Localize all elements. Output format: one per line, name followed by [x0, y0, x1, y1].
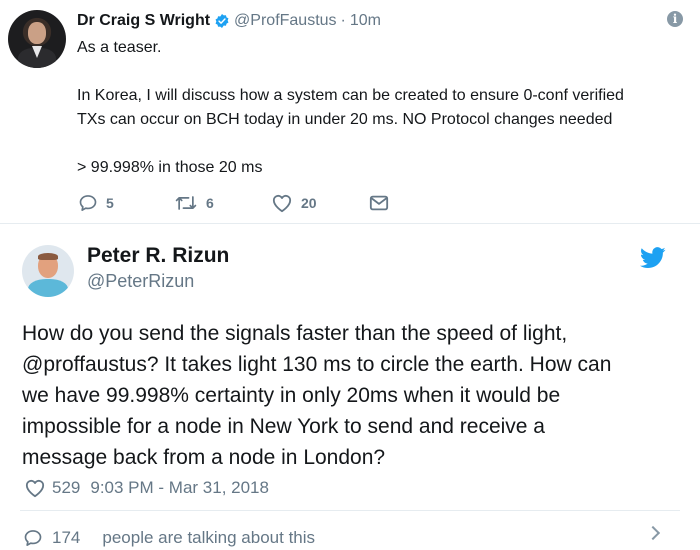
- reply-button[interactable]: 5: [78, 193, 114, 213]
- divider: [20, 510, 680, 511]
- author-name[interactable]: Dr Craig S Wright: [77, 12, 210, 30]
- retweet-icon: [175, 196, 197, 210]
- conversation-row-content: 174 people are talking about this: [22, 528, 315, 548]
- tweet-line: @proffaustus? It takes light 130 ms to c…: [22, 353, 612, 376]
- tweet-meta: 529 9:03 PM - Mar 31, 2018: [24, 476, 269, 500]
- like-count: 529: [52, 478, 81, 497]
- direct-message-button[interactable]: [369, 193, 389, 213]
- author-handle[interactable]: @ProfFaustus: [234, 12, 337, 30]
- avatar-face: [28, 22, 46, 44]
- chevron-right-icon: [645, 525, 661, 541]
- tweet-line: In Korea, I will discuss how a system ca…: [77, 87, 624, 104]
- tweet-line: How do you send the signals faster than …: [22, 322, 568, 345]
- tweet-line: As a teaser.: [77, 39, 162, 56]
- conversation-text: people are talking about this: [102, 528, 316, 547]
- conversation-count: 174: [52, 528, 81, 547]
- reply-icon: [79, 195, 97, 211]
- reply-icon: [24, 530, 42, 546]
- tweet-body: As a teaser. In Korea, I will discuss ho…: [77, 36, 677, 180]
- tweet-text: How do you send the signals faster than …: [22, 318, 682, 473]
- avatar[interactable]: [8, 10, 66, 68]
- tweet-1: Dr Craig S Wright @ProfFaustus · 10m i A…: [0, 0, 700, 224]
- retweet-count: 6: [206, 195, 214, 211]
- verified-badge-icon: [215, 14, 229, 28]
- avatar-hair: [38, 253, 58, 260]
- like-icon[interactable]: [24, 478, 46, 498]
- direct-message-icon: [369, 195, 389, 211]
- tweet-line: TXs can occur on BCH today in under 20 m…: [77, 111, 613, 128]
- tweet-header: Dr Craig S Wright @ProfFaustus · 10m: [77, 11, 381, 31]
- like-count: 20: [301, 195, 317, 211]
- twitter-bird-icon[interactable]: [640, 247, 666, 269]
- info-icon[interactable]: i: [667, 11, 683, 27]
- tweet-timestamp[interactable]: 9:03 PM - Mar 31, 2018: [90, 478, 269, 498]
- avatar-shirt: [28, 279, 68, 297]
- tweet-line: we have 99.998% certainty in only 20ms w…: [22, 384, 561, 407]
- separator-dot: ·: [340, 12, 346, 29]
- tweet-line: message back from a node in London?: [22, 446, 386, 469]
- tweet-time[interactable]: 10m: [350, 12, 381, 30]
- avatar[interactable]: [22, 245, 74, 297]
- conversation-row[interactable]: 174 people are talking about this: [0, 518, 700, 550]
- retweet-button[interactable]: 6: [174, 193, 214, 213]
- like-icon: [272, 194, 292, 213]
- author-handle[interactable]: @PeterRizun: [87, 271, 194, 292]
- reply-count: 5: [106, 195, 114, 211]
- like-button[interactable]: 20: [271, 193, 317, 213]
- tweet-line: > 99.998% in those 20 ms: [77, 159, 263, 176]
- author-name[interactable]: Peter R. Rizun: [87, 244, 229, 268]
- tweet-line: impossible for a node in New York to sen…: [22, 415, 545, 438]
